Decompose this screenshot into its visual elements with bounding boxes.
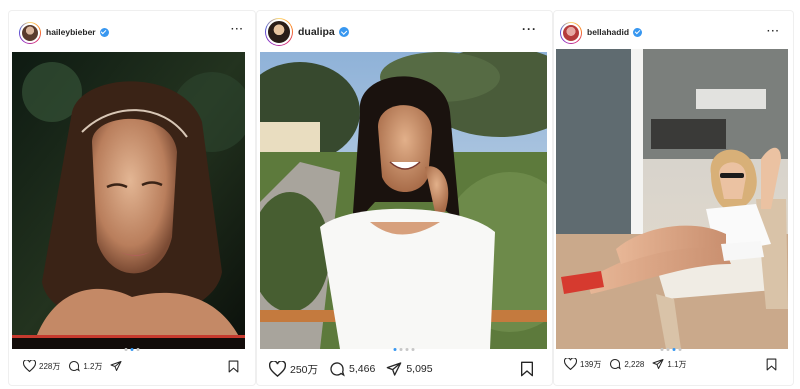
post-header: bellahadid ··· (554, 11, 793, 51)
comment-action[interactable]: 5,466 (329, 361, 375, 377)
heart-icon[interactable] (269, 361, 286, 377)
carousel-dot-active (672, 348, 676, 351)
portrait-photo-image (556, 49, 788, 349)
like-action[interactable]: 228万 (23, 360, 60, 372)
paper-plane-icon[interactable] (386, 361, 402, 377)
post-photo[interactable] (556, 49, 788, 349)
post-photo[interactable] (12, 52, 245, 349)
like-action[interactable]: 139万 (564, 358, 601, 370)
comment-count: 1.2万 (83, 361, 103, 371)
carousel-dot (124, 348, 128, 351)
comment-action[interactable]: 2,228 (609, 358, 644, 370)
username-label[interactable]: dualipa (298, 26, 349, 38)
comment-icon[interactable] (68, 360, 81, 372)
post-header: haileybieber ··· (9, 11, 255, 51)
username-text[interactable]: haileybieber (46, 27, 96, 37)
like-count: 139万 (580, 359, 602, 369)
like-action[interactable]: 250万 (269, 361, 318, 377)
paper-plane-icon[interactable] (110, 360, 122, 372)
action-bar: 139万 2,228 1.1万 (564, 358, 687, 370)
post-photo[interactable] (260, 52, 547, 349)
carousel-dot (136, 348, 140, 351)
heart-icon[interactable] (564, 358, 577, 370)
share-action[interactable] (110, 360, 122, 372)
username-text[interactable]: bellahadid (587, 27, 629, 37)
portrait-photo-image (12, 52, 245, 349)
verified-badge-icon (99, 27, 109, 37)
post-card-haileybieber: haileybieber ··· 228万 1.2万 (9, 11, 255, 385)
carousel-dot-active (130, 348, 134, 351)
username-text[interactable]: dualipa (298, 26, 335, 38)
instagram-posts-collage: haileybieber ··· 228万 1.2万 dualipa ··· 2… (0, 0, 800, 389)
comment-icon[interactable] (609, 358, 622, 370)
username-label[interactable]: bellahadid (587, 27, 643, 37)
carousel-indicator (393, 348, 415, 351)
like-count: 250万 (290, 363, 319, 376)
carousel-indicator (124, 348, 140, 351)
carousel-dot (660, 348, 664, 351)
more-options-icon[interactable]: ··· (522, 23, 537, 35)
avatar[interactable] (19, 22, 41, 44)
comment-count: 5,466 (349, 363, 376, 375)
post-card-bellahadid: bellahadid ··· 139万 2,228 1.1万 (554, 11, 793, 385)
bookmark-icon[interactable] (228, 360, 239, 378)
verified-badge-icon (338, 27, 349, 37)
portrait-photo-image (260, 52, 547, 349)
heart-icon[interactable] (23, 360, 36, 372)
bookmark-icon[interactable] (520, 361, 534, 382)
carousel-dot-active (393, 348, 397, 351)
carousel-dot (666, 348, 670, 351)
action-bar: 250万 5,466 5,095 (269, 361, 433, 377)
carousel-dot (405, 348, 409, 351)
bookmark-icon[interactable] (766, 358, 777, 376)
share-action[interactable]: 1.1万 (652, 358, 687, 370)
more-options-icon[interactable]: ··· (231, 25, 244, 35)
post-card-dualipa: dualipa ··· 250万 5,466 5,095 (257, 11, 552, 385)
comment-action[interactable]: 1.2万 (68, 360, 102, 372)
action-bar: 228万 1.2万 (23, 360, 122, 372)
carousel-indicator (660, 348, 682, 351)
post-header: dualipa ··· (257, 11, 552, 51)
avatar[interactable] (560, 22, 582, 44)
share-action[interactable]: 5,095 (386, 361, 433, 377)
share-count: 5,095 (406, 363, 433, 375)
avatar[interactable] (265, 18, 293, 46)
username-label[interactable]: haileybieber (46, 27, 109, 37)
comment-icon[interactable] (329, 361, 345, 377)
carousel-dot (678, 348, 682, 351)
more-options-icon[interactable]: ··· (767, 27, 780, 37)
share-count: 1.1万 (667, 359, 687, 369)
carousel-dot (399, 348, 403, 351)
carousel-dot (411, 348, 415, 351)
paper-plane-icon[interactable] (652, 358, 664, 370)
comment-count: 2,228 (624, 359, 645, 369)
like-count: 228万 (39, 361, 61, 371)
verified-badge-icon (633, 27, 643, 37)
